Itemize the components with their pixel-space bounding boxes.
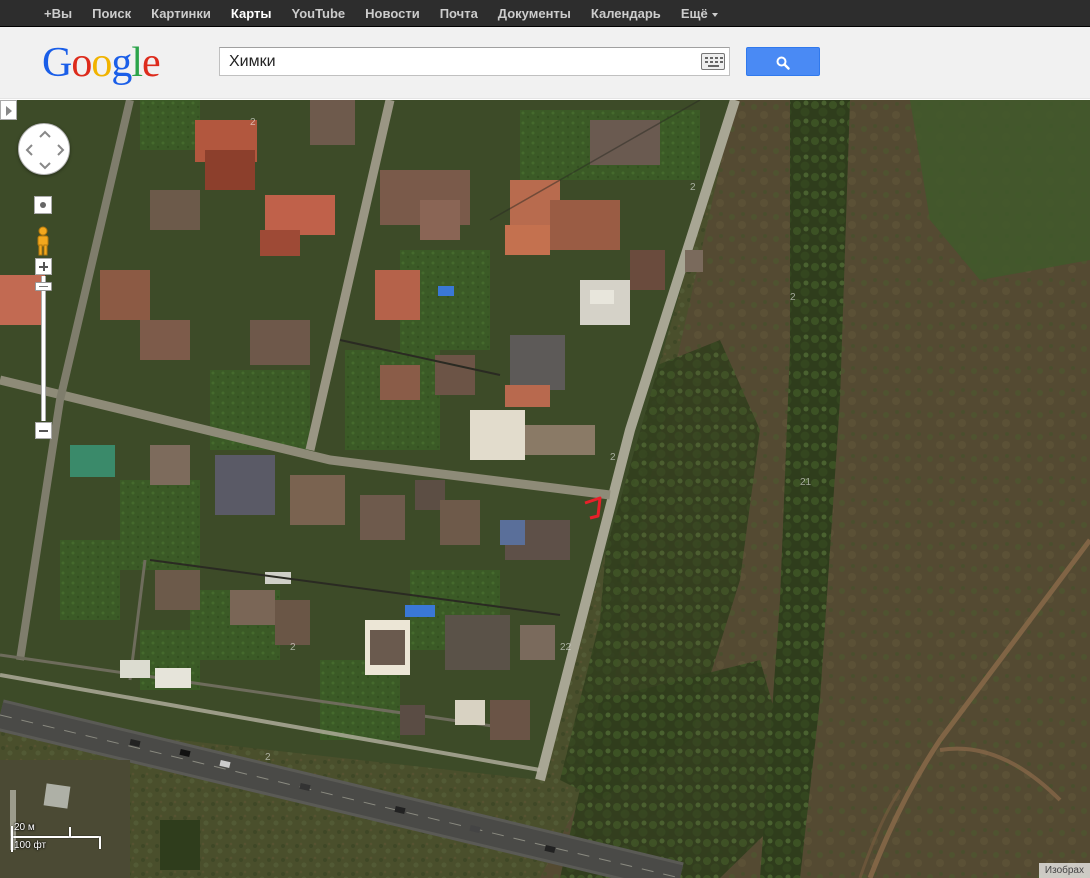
scale-imperial-label: 100 фт [14,840,47,851]
nav-item-news[interactable]: Новости [355,0,430,27]
top-navigation-bar: +Вы Поиск Картинки Карты YouTube Новости… [0,0,1090,27]
svg-text:2: 2 [690,182,696,193]
svg-text:2: 2 [250,117,256,128]
satellite-map[interactable]: 2 2 2 21 22 2 2 2 20 м 100 фт Изобрах [0,100,1090,878]
nav-item-maps[interactable]: Карты [221,0,282,27]
pan-arrows-icon [25,130,65,170]
panel-toggle-button[interactable] [0,100,17,120]
google-logo[interactable]: Google [42,41,161,85]
pan-control[interactable] [18,123,70,175]
nav-item-plus-you[interactable]: +Вы [34,0,82,27]
zoom-slider-track[interactable] [41,276,46,421]
svg-text:22: 22 [560,642,572,653]
search-header: Google [0,27,1090,99]
reset-view-button[interactable] [34,196,52,214]
svg-text:2: 2 [610,452,616,463]
satellite-imagery: 2 2 2 21 22 2 2 2 [0,100,1090,878]
chevron-down-icon [711,12,718,17]
top-nav-list: +Вы Поиск Картинки Карты YouTube Новости… [0,0,1090,27]
magnifier-icon [776,56,790,70]
nav-item-search[interactable]: Поиск [82,0,141,27]
nav-item-mail[interactable]: Почта [430,0,488,27]
zoom-slider-handle[interactable] [35,282,52,291]
scale-metric-label: 20 м [14,822,35,833]
svg-text:2: 2 [290,642,296,653]
search-input[interactable] [220,48,690,75]
nav-item-youtube[interactable]: YouTube [281,0,355,27]
map-scale: 20 м 100 фт [8,822,104,856]
svg-text:21: 21 [800,477,812,488]
keyboard-icon[interactable] [701,53,725,70]
imagery-attribution[interactable]: Изобрах [1038,863,1090,878]
street-view-pegman-icon[interactable] [35,226,51,256]
zoom-in-button[interactable] [35,258,52,275]
search-box [219,47,730,76]
search-button[interactable] [746,47,820,76]
nav-item-more-label: Ещё [680,6,708,21]
nav-item-more[interactable]: Ещё [671,0,728,27]
zoom-out-button[interactable] [35,422,52,439]
svg-text:2: 2 [265,752,271,763]
nav-item-images[interactable]: Картинки [141,0,221,27]
nav-item-documents[interactable]: Документы [488,0,581,27]
nav-item-calendar[interactable]: Календарь [581,0,671,27]
svg-text:2: 2 [790,292,796,303]
